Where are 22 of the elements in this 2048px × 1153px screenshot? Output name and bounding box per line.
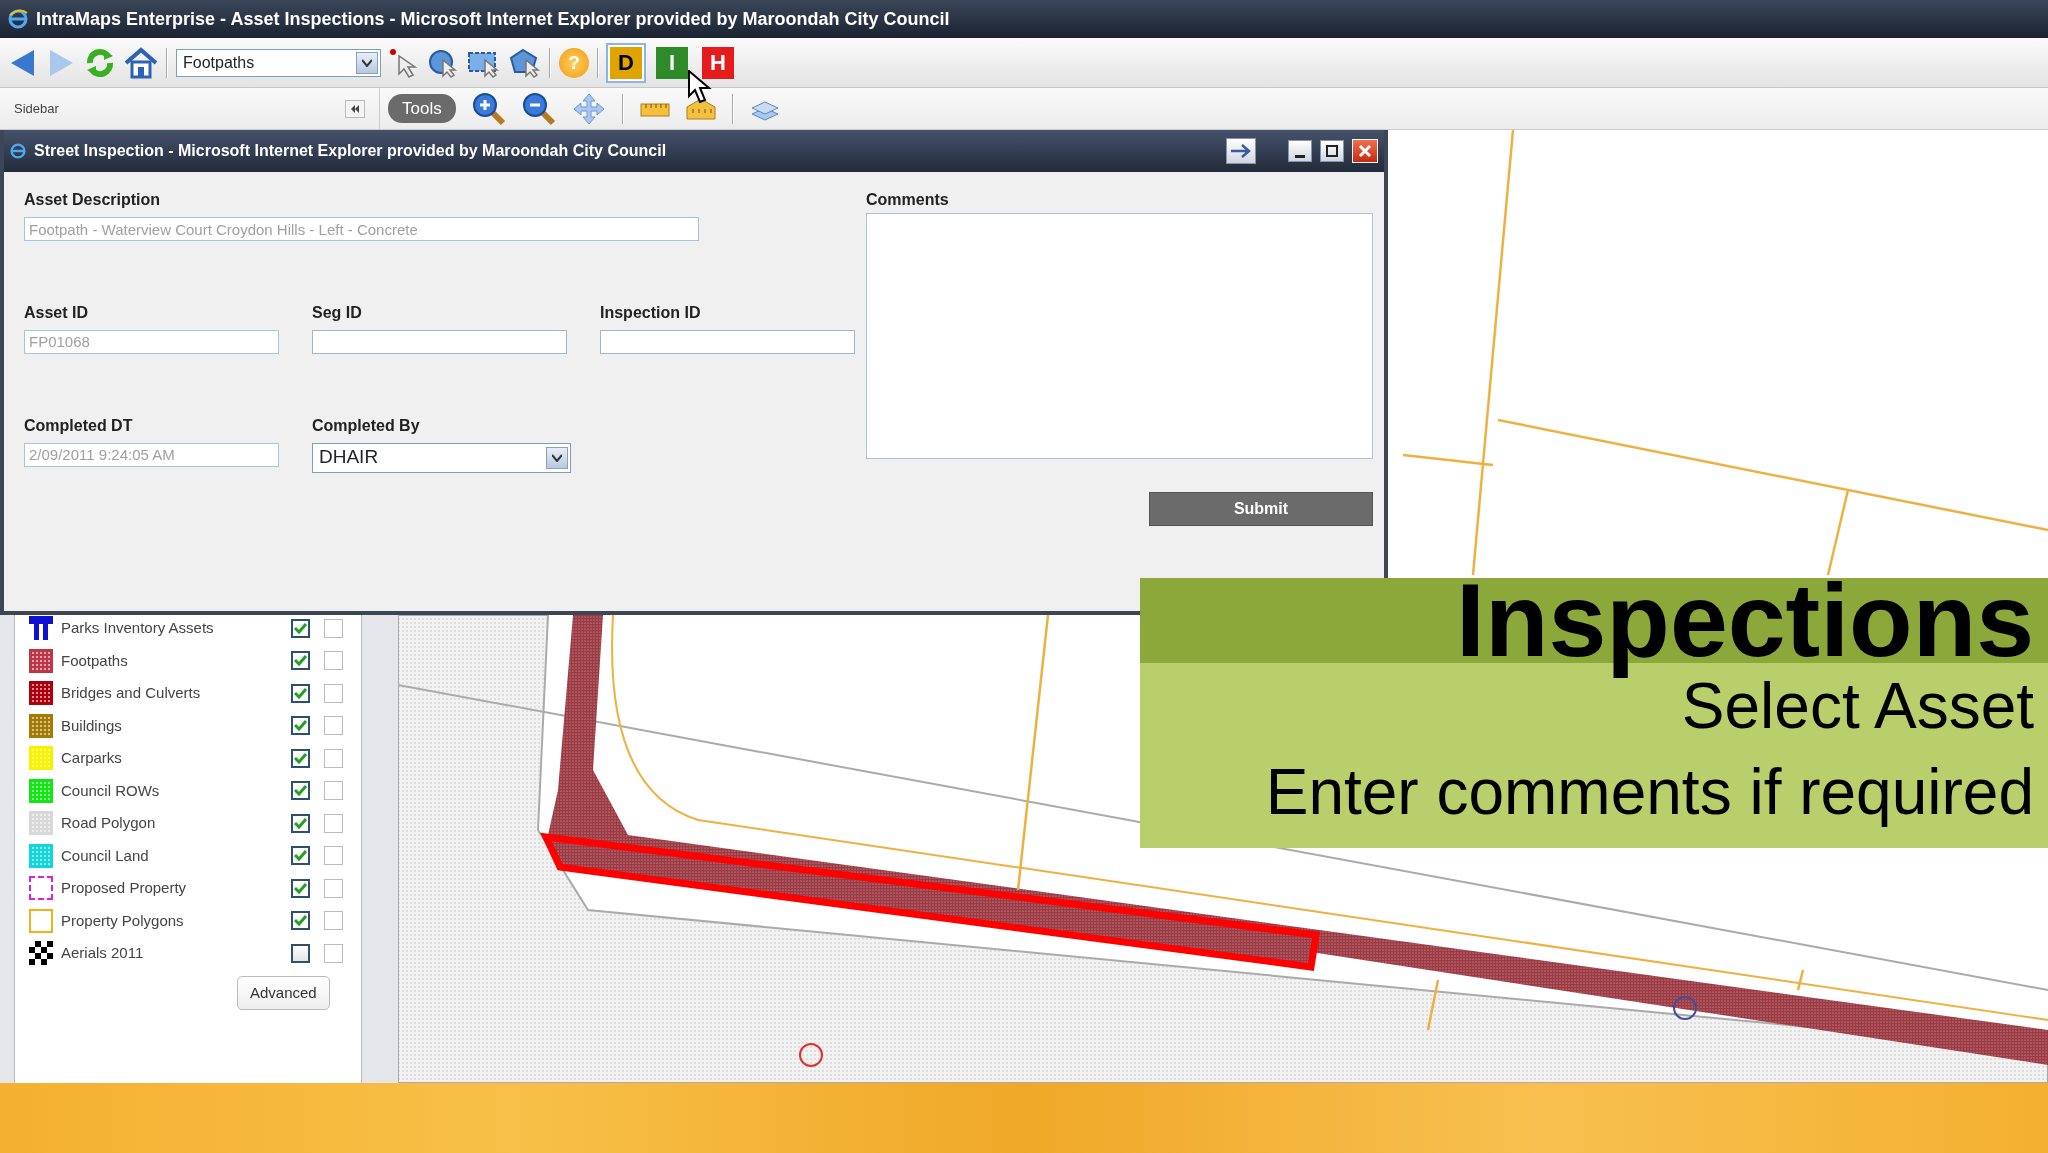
layer-name: Buildings [61,715,123,736]
field-label: Asset ID [24,302,90,323]
field-label: Completed DT [24,415,134,436]
layer-name: Council Land [61,845,150,866]
layer-name: Footpaths [61,650,129,671]
layer-name: Bridges and Culverts [61,683,202,703]
layer-name: Parks Inventory Assets [61,618,215,638]
field-label: Seg ID [312,302,363,323]
layer-name: Council ROWs [61,780,161,801]
comments-label: Comments [866,190,949,210]
layer-name: Proposed Property [61,878,188,898]
sidebar-title: Sidebar [14,99,59,118]
window-title: IntraMaps Enterprise - Asset Inspections - Microsoft Internet Explorer provided by Maroondah City Council [36,7,950,31]
field-label: Completed By [312,415,421,436]
caption-line: Enter comments if required [1265,755,2034,830]
dialog-title: Street Inspection - Microsoft Internet Explorer provided by Maroondah City Council [34,141,668,161]
field-label: Inspection ID [600,302,702,323]
layer-name: Aerials 2011 [61,943,145,963]
layer-name: Property Polygons [61,910,185,931]
layer-name: Carparks [61,748,123,768]
field-label: Asset Description [24,190,162,210]
layer-name: Road Polygon [61,813,157,833]
